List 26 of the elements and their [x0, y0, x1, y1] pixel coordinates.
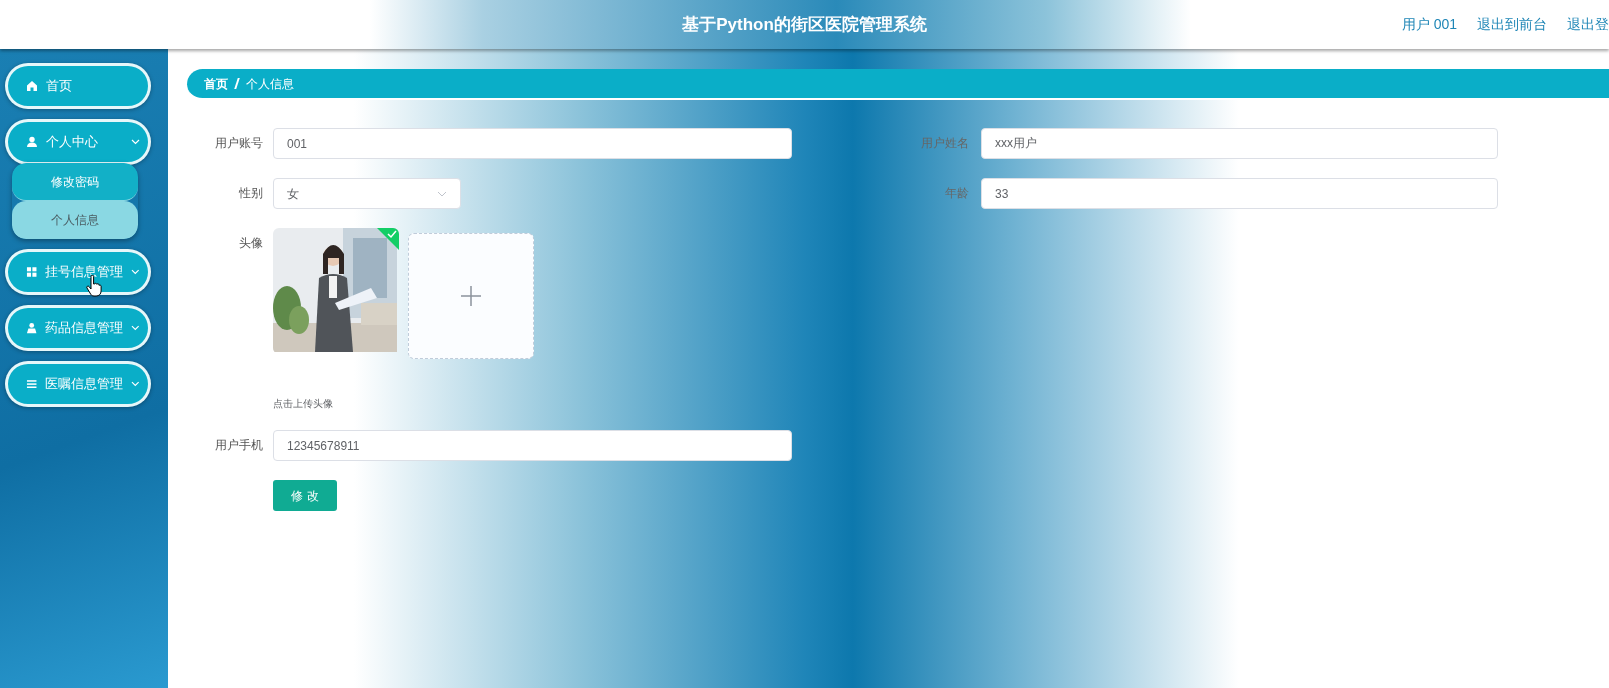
- breadcrumb-item[interactable]: 首页: [204, 74, 228, 93]
- submenu-item[interactable]: 修改密码: [12, 163, 138, 201]
- field-label: 年龄: [944, 185, 970, 202]
- field-label: 用户姓名: [920, 135, 970, 152]
- select-field[interactable]: 女: [273, 178, 461, 209]
- field-label: 性别: [238, 185, 264, 202]
- header-link[interactable]: 退出登: [1567, 14, 1609, 35]
- breadcrumb-item[interactable]: 个人信息: [246, 74, 294, 93]
- submit-button[interactable]: 修 改: [273, 480, 337, 511]
- sidebar-item[interactable]: 个人中心: [5, 119, 151, 165]
- input-field[interactable]: 33: [981, 178, 1498, 209]
- page-title: 基于Python的街区医院管理系统: [682, 13, 927, 36]
- input-field[interactable]: 12345678911: [273, 430, 792, 461]
- input-field[interactable]: xxx用户: [981, 128, 1498, 159]
- field-label: 头像: [238, 235, 264, 252]
- input-field[interactable]: 001: [273, 128, 792, 159]
- sidebar-item[interactable]: 药品信息管理: [5, 305, 151, 351]
- header-link[interactable]: 用户 001: [1401, 14, 1457, 35]
- header-link[interactable]: 退出到前台: [1477, 14, 1547, 35]
- select-value: 女: [287, 185, 299, 203]
- submenu-item[interactable]: 个人信息: [12, 201, 138, 239]
- sidebar-item[interactable]: 医嘱信息管理: [5, 361, 151, 407]
- field-label: 用户手机: [214, 437, 264, 454]
- field-label: 用户账号: [214, 135, 264, 152]
- sidebar-item[interactable]: 首页: [5, 63, 151, 109]
- upload-hint: 点击上传头像: [273, 397, 333, 411]
